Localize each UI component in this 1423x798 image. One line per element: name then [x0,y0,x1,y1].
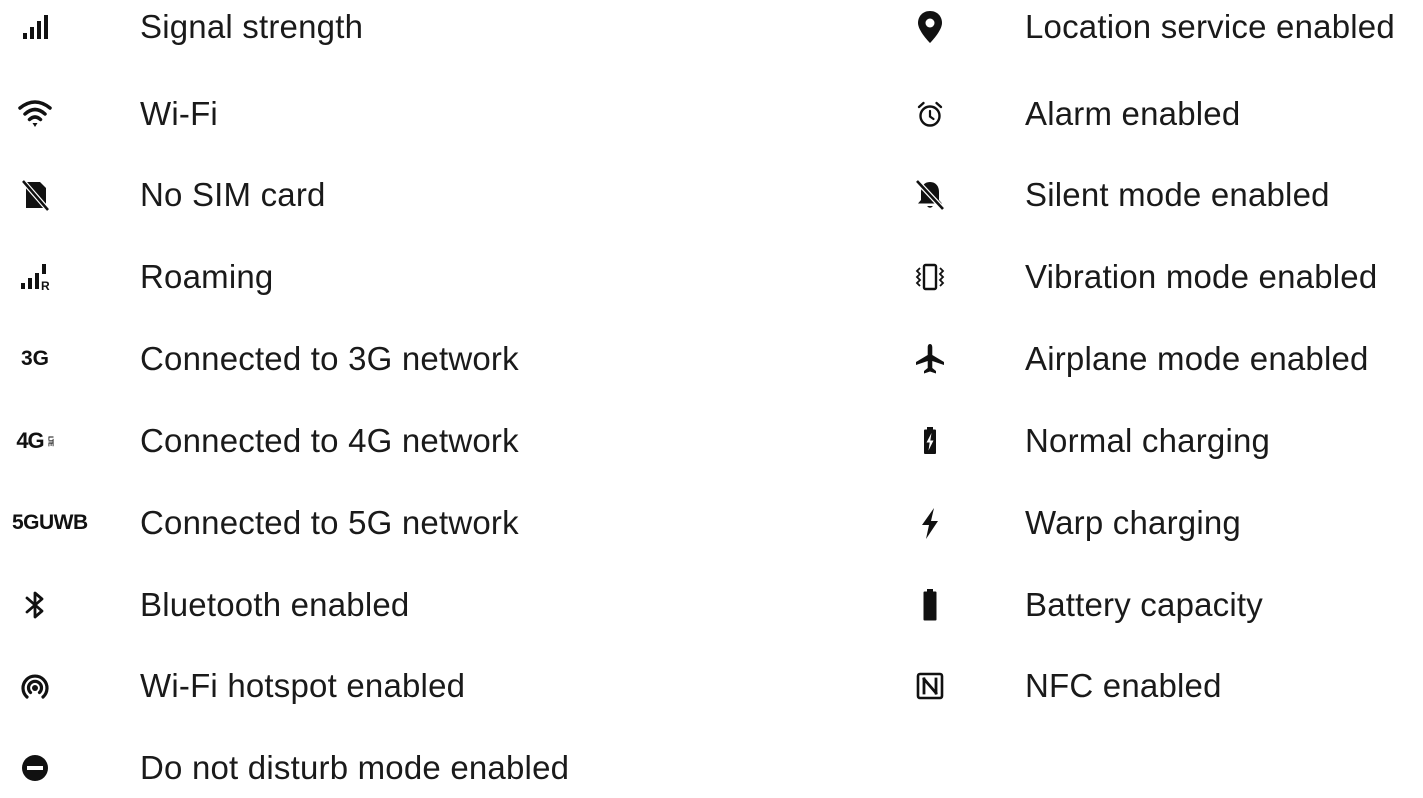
item-label: Battery capacity [1025,586,1263,623]
lightning-bolt-icon [900,493,960,553]
item-label: Vibration mode enabled [1025,258,1378,295]
item-label: Normal charging [1025,422,1271,459]
alarm-clock-icon [900,84,960,144]
list-item: Do not disturb mode enabled [0,738,700,798]
nfc-icon [900,656,960,716]
item-label: Location service enabled [1025,8,1395,45]
list-item: Warp charging [0,493,1423,553]
list-item: NFC enabled [0,656,1423,716]
list-item: Alarm enabled [0,84,1423,144]
location-pin-icon [900,0,960,57]
battery-full-icon [900,575,960,635]
list-item: Location service enabled [0,0,1423,57]
list-item: Vibration mode enabled [0,247,1423,307]
item-label: NFC enabled [1025,667,1222,704]
item-label: Do not disturb mode enabled [140,749,570,786]
item-label: Airplane mode enabled [1025,340,1369,377]
list-item: Battery capacity [0,575,1423,635]
list-item: Normal charging [0,411,1423,471]
item-label: Silent mode enabled [1025,176,1330,213]
silent-bell-off-icon [900,165,960,225]
list-item: Silent mode enabled [0,165,1423,225]
list-item: Airplane mode enabled [0,329,1423,389]
status-icon-legend: Signal strength Wi-Fi No SIM card R Roam… [0,0,1423,786]
battery-charging-icon [900,411,960,471]
item-label: Alarm enabled [1025,95,1241,132]
vibration-icon [900,247,960,307]
airplane-icon [900,329,960,389]
do-not-disturb-icon [5,738,65,798]
item-label: Warp charging [1025,504,1241,541]
